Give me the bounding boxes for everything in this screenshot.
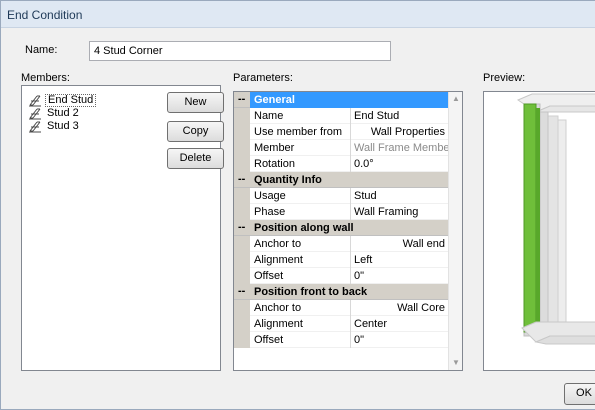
property-name: Anchor to [254, 302, 302, 314]
property-row[interactable]: Member Wall Frame Member [234, 140, 448, 156]
property-value[interactable]: Wall Properties [350, 124, 448, 140]
category-quantity-info[interactable]: -- Quantity Info [234, 172, 448, 188]
property-row[interactable]: Alignment Center [234, 316, 448, 332]
property-value[interactable]: Wall end [350, 236, 448, 252]
property-name: Alignment [254, 254, 303, 266]
property-value[interactable]: Wall Core [350, 300, 448, 316]
property-row[interactable]: Use member from Wall Properties [234, 124, 448, 140]
title-bar[interactable]: End Condition [1, 1, 595, 28]
property-name: Anchor to [254, 238, 302, 250]
property-value[interactable]: Stud [350, 188, 448, 204]
property-row[interactable]: Phase Wall Framing [234, 204, 448, 220]
member-label: Stud 2 [47, 107, 79, 119]
members-label: Members: [21, 72, 70, 84]
property-value[interactable]: 0.0° [350, 156, 448, 172]
property-name: Offset [254, 334, 284, 346]
property-name: Use member from [254, 126, 343, 138]
new-button[interactable]: New [167, 92, 224, 113]
category-position-along-wall[interactable]: -- Position along wall [234, 220, 448, 236]
preview-3d-frame [516, 93, 595, 345]
scroll-down-arrow-icon[interactable]: ▼ [452, 358, 460, 367]
property-row[interactable]: Offset 0" [234, 332, 448, 348]
property-name: Phase [254, 206, 286, 218]
member-label: Stud 3 [47, 120, 79, 132]
collapse-toggle[interactable]: -- [238, 221, 245, 233]
property-value[interactable]: 0" [350, 332, 448, 348]
member-label: End Stud [45, 94, 97, 107]
vertical-scrollbar[interactable]: ▲ ▼ [448, 92, 462, 370]
ok-button[interactable]: OK [564, 383, 595, 405]
preview-panel [483, 91, 595, 371]
property-value[interactable]: Left [350, 252, 448, 268]
property-value[interactable]: 0" [350, 268, 448, 284]
property-value: Wall Frame Member [350, 140, 448, 156]
property-name: Member [254, 142, 295, 154]
property-name: Alignment [254, 318, 303, 330]
property-row[interactable]: Offset 0" [234, 268, 448, 284]
category-position-front-to-back[interactable]: -- Position front to back [234, 284, 448, 300]
category-general[interactable]: -- General [234, 92, 448, 108]
property-row[interactable]: Anchor to Wall end [234, 236, 448, 252]
collapse-toggle[interactable]: -- [238, 173, 245, 185]
category-title: General [254, 94, 295, 106]
property-row[interactable]: Alignment Left [234, 252, 448, 268]
property-value[interactable]: Wall Framing [350, 204, 448, 220]
property-row[interactable]: Name End Stud [234, 108, 448, 124]
stud-icon [29, 121, 41, 133]
copy-button[interactable]: Copy [167, 121, 224, 142]
end-condition-dialog: End Condition Name: 4 Stud Corner Member… [0, 0, 595, 410]
category-title: Position front to back [254, 286, 368, 298]
scroll-up-arrow-icon[interactable]: ▲ [452, 94, 460, 103]
property-value[interactable]: End Stud [350, 108, 448, 124]
collapse-toggle[interactable]: -- [238, 93, 245, 105]
property-row[interactable]: Rotation 0.0° [234, 156, 448, 172]
preview-label: Preview: [483, 72, 526, 84]
stud-icon [29, 95, 41, 107]
name-label: Name: [25, 44, 58, 56]
property-value[interactable]: Center [350, 316, 448, 332]
delete-button[interactable]: Delete [167, 148, 224, 169]
collapse-toggle[interactable]: -- [238, 285, 245, 297]
name-input[interactable]: 4 Stud Corner [89, 41, 391, 61]
property-name: Usage [254, 190, 286, 202]
property-name: Name [254, 110, 284, 122]
property-row[interactable]: Usage Stud [234, 188, 448, 204]
parameters-label: Parameters: [233, 72, 293, 84]
name-input-value: 4 Stud Corner [94, 45, 163, 57]
property-row[interactable]: Anchor to Wall Core [234, 300, 448, 316]
dialog-title: End Condition [7, 8, 83, 22]
stud-icon [29, 108, 41, 120]
parameters-grid[interactable]: -- General Name End Stud Use member from W… [233, 91, 463, 371]
category-title: Position along wall [254, 222, 354, 234]
property-name: Offset [254, 270, 284, 282]
property-name: Rotation [254, 158, 295, 170]
category-title: Quantity Info [254, 174, 322, 186]
